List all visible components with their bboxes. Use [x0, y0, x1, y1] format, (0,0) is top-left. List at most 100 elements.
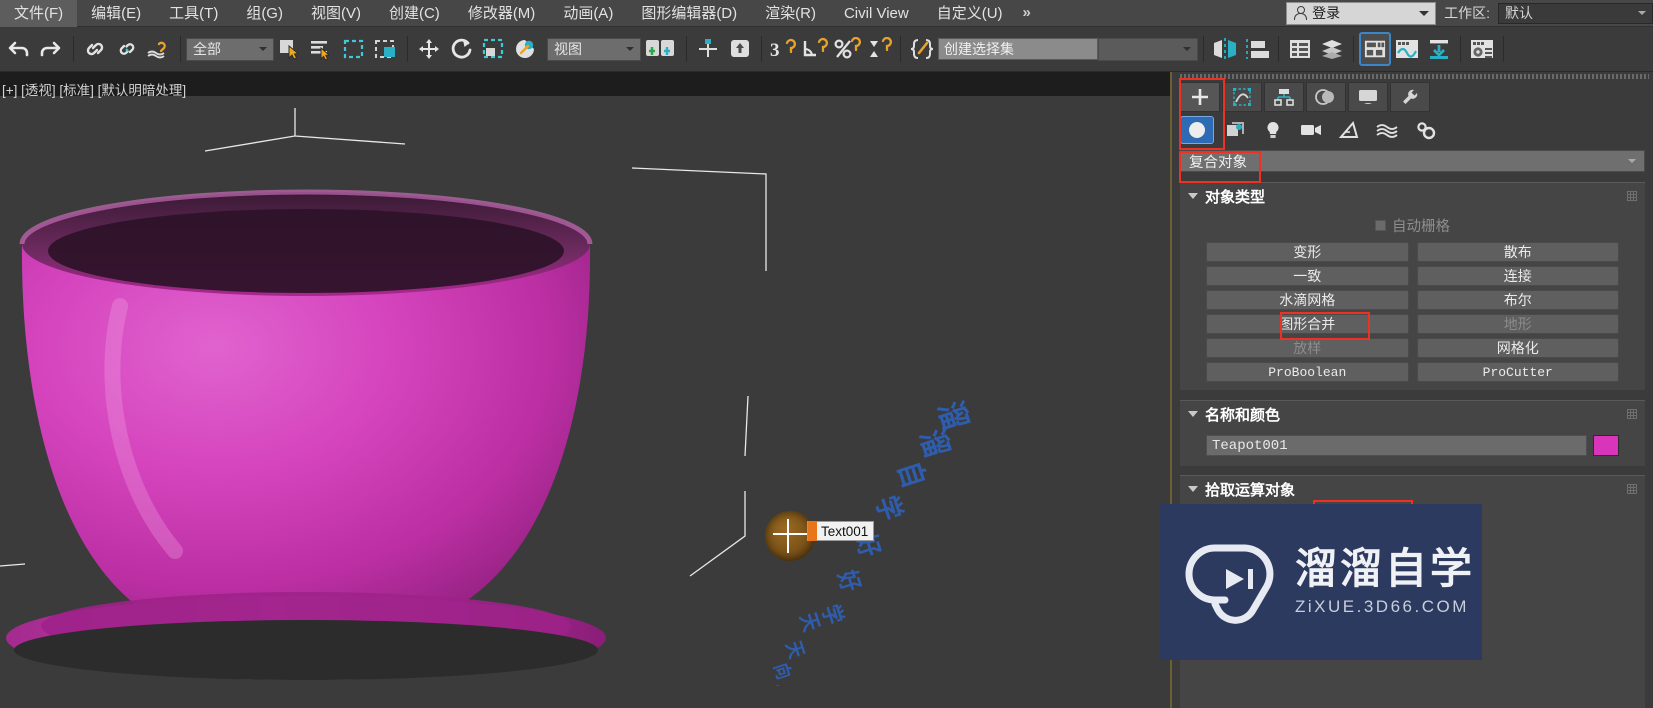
menu-overflow-chevron[interactable]: »	[1017, 0, 1037, 27]
toolbar-separator	[73, 36, 74, 62]
chevron-down-icon	[1419, 10, 1430, 16]
menu-group[interactable]: 组(G)	[232, 0, 297, 27]
use-pivot-point-center-button[interactable]	[641, 32, 681, 66]
named-selection-set-input[interactable]: 创建选择集	[938, 38, 1098, 60]
tooltip-label: Text001	[821, 523, 869, 539]
menu-animation[interactable]: 动画(A)	[549, 0, 627, 27]
menu-civil-view[interactable]: Civil View	[830, 0, 923, 27]
redo-button[interactable]	[36, 32, 68, 66]
toolbar-separator	[180, 36, 181, 62]
use-center-icon[interactable]	[692, 32, 724, 66]
material-editor-button[interactable]	[1466, 32, 1498, 66]
menu-modifiers[interactable]: 修改器(M)	[454, 0, 550, 27]
geometry-subtab[interactable]	[1180, 116, 1214, 144]
viewport-label[interactable]: [+] [透视] [标准] [默认明暗处理]	[2, 79, 186, 99]
systems-subtab[interactable]	[1408, 116, 1442, 144]
select-and-scale-button[interactable]	[477, 32, 509, 66]
curve-editor-button[interactable]	[1391, 32, 1423, 66]
signin-dropdown[interactable]: 登录	[1286, 1, 1437, 25]
lights-subtab[interactable]	[1256, 116, 1290, 144]
angle-snap-toggle-button[interactable]	[799, 32, 831, 66]
layer-explorer-button[interactable]	[1284, 32, 1316, 66]
object-color-swatch[interactable]	[1593, 435, 1619, 456]
chevron-down-icon	[1188, 486, 1198, 492]
procutter-button[interactable]: ProCutter	[1416, 362, 1619, 382]
mesher-button[interactable]: 网格化	[1416, 338, 1619, 358]
object-type-button-grid: 变形 散布 一致 连接 水滴网格 布尔 图形合并 地形 放样 网格化 ProBo…	[1188, 242, 1637, 382]
unlink-selection-icon[interactable]	[111, 32, 143, 66]
menu-views[interactable]: 视图(V)	[297, 0, 375, 27]
helpers-subtab[interactable]	[1332, 116, 1366, 144]
menu-edit[interactable]: 编辑(E)	[77, 0, 155, 27]
menu-rendering[interactable]: 渲染(R)	[751, 0, 830, 27]
toggle-ribbon-button[interactable]	[1359, 32, 1391, 66]
object-type-header[interactable]: 对象类型	[1180, 183, 1645, 209]
utilities-tab[interactable]	[1390, 82, 1430, 112]
scatter-button[interactable]: 散布	[1416, 242, 1619, 262]
spinner-snap-toggle-button[interactable]	[863, 32, 895, 66]
select-and-move-button[interactable]	[413, 32, 445, 66]
select-and-link-icon[interactable]	[79, 32, 111, 66]
select-and-place-icon[interactable]	[724, 32, 756, 66]
menu-create[interactable]: 创建(C)	[375, 0, 454, 27]
reference-coordinate-dropdown[interactable]: 视图	[547, 37, 641, 61]
selection-filter-dropdown[interactable]: 全部	[186, 37, 274, 61]
workspace-value: 默认	[1505, 5, 1533, 21]
object-tooltip: Text001	[807, 521, 875, 541]
modify-tab[interactable]	[1222, 82, 1262, 112]
named-set-dropdown[interactable]	[1098, 37, 1198, 61]
display-tab[interactable]	[1348, 82, 1388, 112]
cameras-subtab[interactable]	[1294, 116, 1328, 144]
select-object-button[interactable]	[274, 32, 306, 66]
window-crossing-toggle-button[interactable]	[370, 32, 402, 66]
menu-customize[interactable]: 自定义(U)	[923, 0, 1017, 27]
undo-button[interactable]	[4, 32, 36, 66]
teapot-object[interactable]	[0, 156, 670, 708]
object-category-dropdown[interactable]: 复合对象	[1180, 150, 1645, 172]
menu-graph-editors[interactable]: 图形编辑器(D)	[627, 0, 751, 27]
name-and-color-header[interactable]: 名称和颜色	[1180, 401, 1645, 427]
boolean-button[interactable]: 布尔	[1416, 290, 1619, 310]
menu-file[interactable]: 文件(F)	[0, 0, 78, 27]
object-type-title: 对象类型	[1205, 188, 1266, 206]
create-tab[interactable]	[1180, 82, 1220, 112]
proboolean-button[interactable]: ProBoolean	[1206, 362, 1409, 382]
percent-snap-toggle-button[interactable]	[831, 32, 863, 66]
rollout-grip-icon	[1627, 409, 1637, 419]
motion-tab[interactable]	[1306, 82, 1346, 112]
morph-button[interactable]: 变形	[1206, 242, 1409, 262]
select-and-manipulate-button[interactable]	[509, 32, 541, 66]
chevron-down-icon	[1188, 411, 1198, 417]
named-selection-sets-button[interactable]	[906, 32, 938, 66]
hierarchy-tab[interactable]	[1264, 82, 1304, 112]
shapemerge-button[interactable]: 图形合并	[1206, 314, 1409, 334]
pick-operand-header[interactable]: 拾取运算对象	[1180, 476, 1645, 502]
reference-coordinate-value: 视图	[554, 41, 582, 57]
object-name-input[interactable]: Teapot001	[1206, 435, 1587, 456]
rectangular-selection-region-button[interactable]	[338, 32, 370, 66]
connect-button[interactable]: 连接	[1416, 266, 1619, 286]
align-button[interactable]	[1241, 32, 1273, 66]
bind-to-space-warp-icon[interactable]	[143, 32, 175, 66]
conform-button[interactable]: 一致	[1206, 266, 1409, 286]
watermark-title: 溜溜自学	[1295, 543, 1476, 593]
scene-explorer-button[interactable]	[1316, 32, 1348, 66]
schematic-view-button[interactable]	[1423, 32, 1455, 66]
select-and-rotate-button[interactable]	[445, 32, 477, 66]
viewport-canvas[interactable]: Z	[0, 96, 1170, 708]
watermark-overlay: 溜溜自学 ZiXUE.3D66.COM	[1159, 504, 1482, 660]
signin-label: 登录	[1312, 5, 1341, 21]
workspace-dropdown[interactable]: 默认	[1498, 2, 1653, 24]
menu-tools[interactable]: 工具(T)	[155, 0, 232, 27]
panel-drag-handle[interactable]	[1180, 74, 1649, 79]
toolbar-separator	[900, 36, 901, 62]
autogrid-row[interactable]: 自动栅格	[1188, 215, 1637, 236]
snaps-toggle-button[interactable]: 3	[767, 32, 799, 66]
perspective-viewport[interactable]: Z	[0, 72, 1170, 708]
mirror-button[interactable]	[1209, 32, 1241, 66]
blobmesh-button[interactable]: 水滴网格	[1206, 290, 1409, 310]
autogrid-checkbox[interactable]	[1375, 220, 1386, 231]
select-by-name-button[interactable]	[306, 32, 338, 66]
shapes-subtab[interactable]	[1218, 116, 1252, 144]
space-warps-subtab[interactable]	[1370, 116, 1404, 144]
